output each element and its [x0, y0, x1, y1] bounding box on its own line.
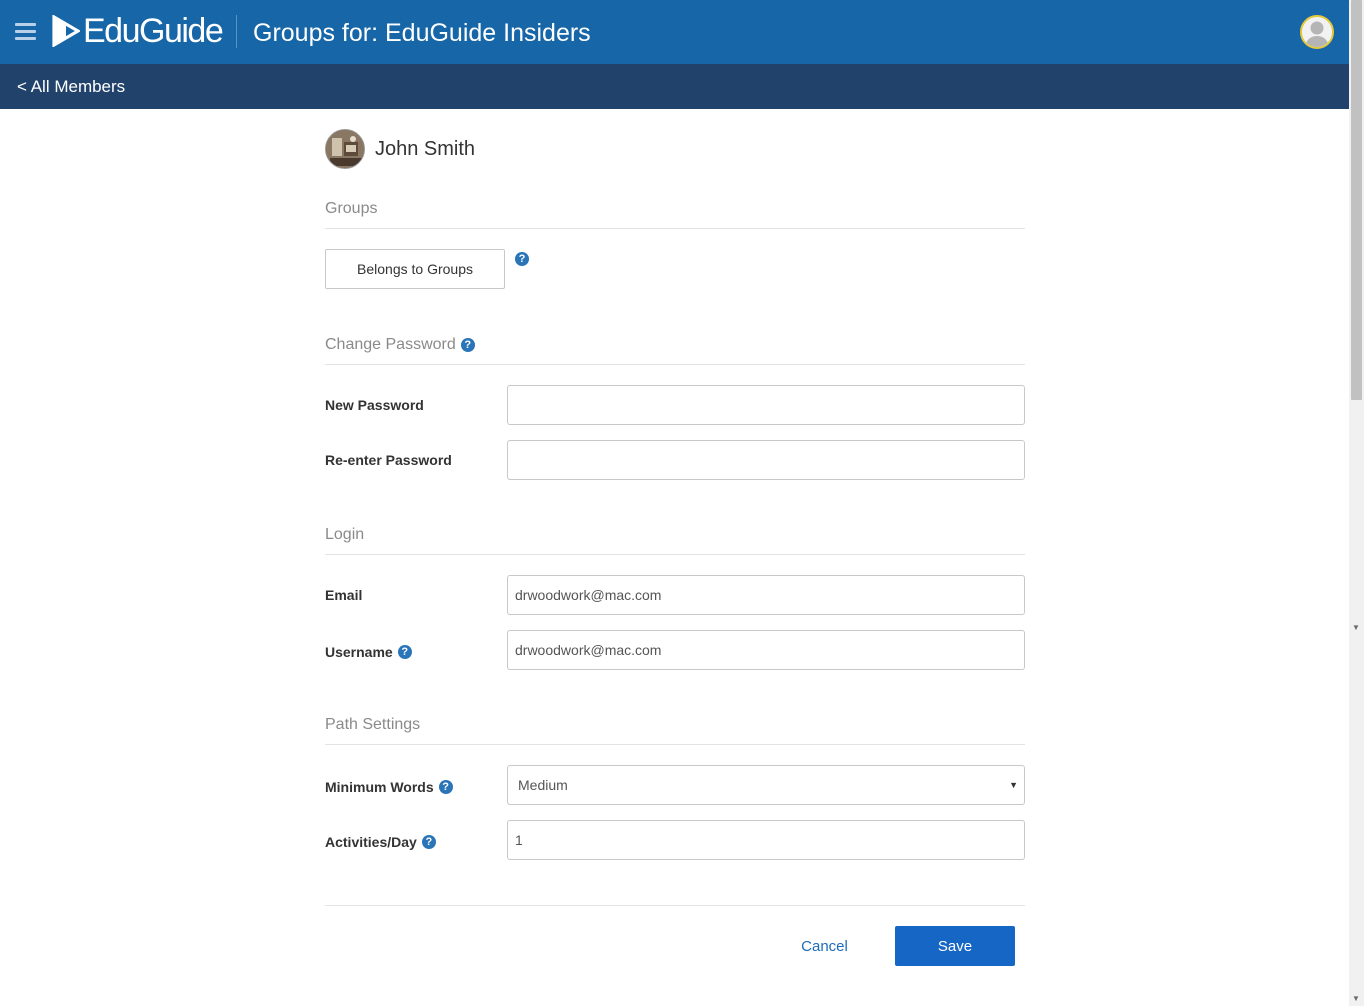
belongs-to-groups-button[interactable]: Belongs to Groups	[325, 249, 505, 289]
minimum-words-selected-value: Medium	[518, 777, 568, 793]
minimum-words-select[interactable]: Medium ▼	[507, 765, 1025, 805]
username-help-icon[interactable]: ?	[397, 645, 412, 659]
user-avatar-icon[interactable]	[1300, 15, 1334, 49]
groups-help-icon[interactable]: ?	[515, 252, 529, 266]
form-footer-divider	[325, 905, 1025, 906]
login-section-title: Login	[325, 525, 1025, 555]
scrollbar-thumb[interactable]	[1351, 0, 1362, 400]
minimum-words-label: Minimum Words ?	[325, 778, 453, 796]
logo-play-icon	[52, 15, 80, 47]
page-title: Groups for: EduGuide Insiders	[253, 19, 591, 47]
member-name: John Smith	[375, 137, 476, 160]
all-members-back-link[interactable]: < All Members	[17, 76, 125, 97]
save-button[interactable]: Save	[895, 926, 1015, 966]
email-field[interactable]	[507, 575, 1025, 615]
username-field[interactable]	[507, 630, 1025, 670]
activities-per-day-label: Activities/Day ?	[325, 833, 436, 851]
top-header: EduGuide Groups for: EduGuide Insiders	[0, 0, 1349, 64]
minimum-words-help-icon[interactable]: ?	[438, 780, 453, 794]
eduguide-logo[interactable]: EduGuide	[52, 12, 224, 50]
groups-section-title: Groups	[325, 199, 1025, 229]
member-avatar	[325, 129, 365, 169]
activities-per-day-input[interactable]	[507, 820, 1025, 860]
reenter-password-input[interactable]	[507, 440, 1025, 480]
change-password-help-icon[interactable]: ?	[460, 338, 475, 352]
chevron-down-icon: ▼	[1009, 780, 1018, 790]
reenter-password-label: Re-enter Password	[325, 452, 452, 468]
page-scrollbar[interactable]: ▼ ▼	[1349, 0, 1364, 1006]
logo-text: EduGuide	[83, 12, 224, 50]
username-label: Username ?	[325, 643, 412, 661]
path-settings-section-title: Path Settings	[325, 715, 1025, 745]
new-password-label: New Password	[325, 397, 424, 413]
sub-navigation-bar: < All Members	[0, 64, 1349, 109]
header-divider	[236, 15, 237, 48]
hamburger-menu-icon[interactable]	[15, 23, 36, 40]
member-header: John Smith	[325, 129, 475, 169]
cancel-button[interactable]: Cancel	[787, 926, 862, 966]
change-password-section-title: Change Password ?	[325, 335, 1025, 365]
email-label: Email	[325, 587, 363, 603]
new-password-input[interactable]	[507, 385, 1025, 425]
scroll-down-arrow-icon[interactable]: ▼	[1352, 624, 1360, 632]
activities-per-day-help-icon[interactable]: ?	[421, 835, 436, 849]
scroll-down-arrow-icon[interactable]: ▼	[1352, 995, 1360, 1003]
